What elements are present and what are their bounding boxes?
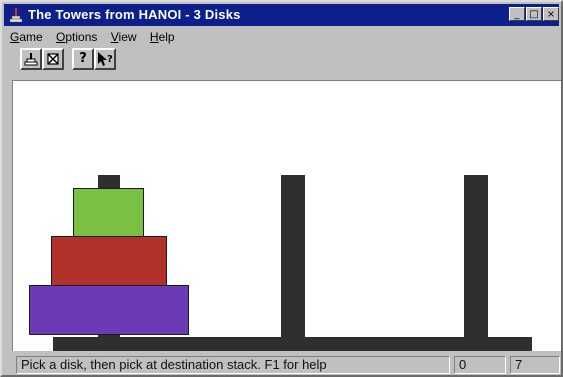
- maximize-button[interactable]: □: [526, 7, 542, 21]
- status-message: Pick a disk, then pick at destination st…: [16, 356, 450, 374]
- stop-icon: [47, 53, 59, 65]
- title-bar[interactable]: The Towers from HANOI - 3 Disks _ □ ×: [4, 4, 559, 26]
- svg-text:?: ?: [107, 54, 113, 65]
- minimize-button[interactable]: _: [509, 7, 525, 21]
- status-bar: Pick a disk, then pick at destination st…: [12, 354, 561, 375]
- menu-game[interactable]: Game: [10, 28, 43, 46]
- hanoi-app-icon[interactable]: [8, 7, 24, 23]
- close-button[interactable]: ×: [543, 7, 559, 21]
- peg-3[interactable]: [464, 175, 488, 345]
- new-game-button[interactable]: [20, 48, 42, 70]
- menu-bar: Game Options View Help: [10, 28, 185, 46]
- peg-2[interactable]: [281, 175, 305, 345]
- help-button[interactable]: ?: [72, 48, 94, 70]
- app-window: The Towers from HANOI - 3 Disks _ □ × Ga…: [0, 0, 563, 377]
- game-board[interactable]: [12, 80, 561, 351]
- window-title: The Towers from HANOI - 3 Disks: [28, 7, 241, 22]
- menu-options[interactable]: Options: [56, 28, 97, 46]
- close-icon: ×: [546, 9, 556, 20]
- stop-button[interactable]: [42, 48, 64, 70]
- menu-view[interactable]: View: [111, 28, 137, 46]
- disk-small[interactable]: [73, 188, 144, 237]
- new-game-icon: [24, 53, 38, 66]
- status-minimum-moves: 7: [510, 356, 560, 374]
- menu-help[interactable]: Help: [150, 28, 175, 46]
- disk-large[interactable]: [29, 285, 189, 335]
- help-icon: ?: [79, 51, 87, 66]
- disk-medium[interactable]: [51, 236, 167, 286]
- minimize-icon: _: [514, 9, 520, 20]
- maximize-icon: □: [529, 9, 539, 20]
- context-help-icon: ?: [98, 52, 113, 66]
- context-help-button[interactable]: ?: [94, 48, 116, 70]
- status-moves: 0: [454, 356, 506, 374]
